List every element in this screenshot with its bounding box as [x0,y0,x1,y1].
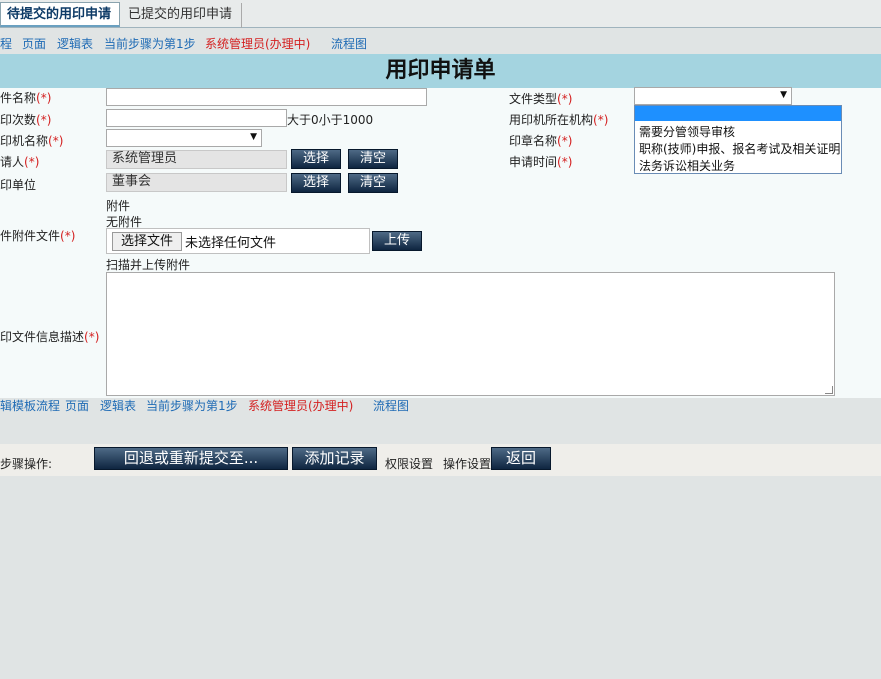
applicant-input[interactable]: 系统管理员 [106,150,287,169]
unit-label: 印单位 [0,178,37,192]
chevron-down-icon: ▼ [780,90,787,100]
scan-upload-link[interactable]: 扫描并上传附件 [106,256,190,273]
bottom-nav-logic-table-link[interactable]: 逻辑表 [100,397,136,415]
bottom-nav: 辑模板流程 页面 逻辑表 当前步骤为第1步 系统管理员(办理中) 流程图 [0,397,881,415]
bottom-nav-current-step: 当前步骤为第1步 [146,399,238,413]
tab-pending-applications[interactable]: 待提交的用印申请 [0,2,120,27]
upload-button[interactable]: 上传 [372,231,422,251]
printer-name-select[interactable]: ▼ [106,129,262,147]
permission-settings-link[interactable]: 权限设置 [385,455,433,472]
doc-name-label: 件名称(*) [0,91,52,105]
top-nav-handler: 系统管理员(办理中) [205,37,311,51]
print-count-input[interactable] [106,109,287,127]
bottom-nav-handler: 系统管理员(办理中) [248,399,354,413]
doc-type-label: 文件类型(*) [509,92,573,106]
applicant-select-button[interactable]: 选择 [291,149,341,169]
resize-grip-icon[interactable] [825,386,833,394]
bottom-nav-template-link[interactable]: 辑模板流程 [0,397,60,415]
printer-name-label: 印机名称(*) [0,134,64,148]
dropdown-option-title-application[interactable]: 职称(技师)申报、报名考试及相关证明 [639,140,840,157]
top-nav-process-link[interactable]: 程 [0,35,12,53]
top-nav-flowchart-link[interactable]: 流程图 [331,35,367,53]
file-input[interactable]: 选择文件 未选择任何文件 [106,228,370,254]
top-nav-current-step: 当前步骤为第1步 [104,37,196,51]
printer-org-label: 用印机所在机构(*) [509,113,609,127]
bottom-nav-page-link[interactable]: 页面 [65,397,89,415]
add-record-button[interactable]: 添加记录 [292,447,377,470]
doc-type-select[interactable]: ▼ [634,87,792,105]
operations-label: 步骤操作: [0,457,53,471]
operation-settings-link[interactable]: 操作设置 [443,455,491,472]
dropdown-option-empty[interactable] [635,106,841,121]
doc-name-input[interactable] [106,88,427,106]
print-count-hint: 大于0小于1000 [287,113,374,127]
tab-bar: 待提交的用印申请 已提交的用印申请 [0,0,881,28]
applicant-clear-button[interactable]: 清空 [348,149,398,169]
top-nav-page-link[interactable]: 页面 [22,35,46,53]
top-nav: 程 页面 逻辑表 当前步骤为第1步 系统管理员(办理中) 流程图 [0,35,881,53]
rollback-button[interactable]: 回退或重新提交至... [94,447,288,470]
seal-name-label: 印章名称(*) [509,134,573,148]
attachment-label: 附件 [106,199,131,213]
dropdown-option-legal[interactable]: 法务诉讼相关业务 [639,157,735,174]
dropdown-option-leader-review[interactable]: 需要分管领导审核 [639,123,735,140]
operations-bar: 步骤操作: 回退或重新提交至... 添加记录 权限设置 操作设置 返回 [0,444,881,476]
print-count-label: 印次数(*) [0,113,52,127]
back-button[interactable]: 返回 [491,447,551,470]
unit-select-button[interactable]: 选择 [291,173,341,193]
doc-type-dropdown: 需要分管领导审核 职称(技师)申报、报名考试及相关证明 法务诉讼相关业务 [634,105,842,174]
description-label: 印文件信息描述(*) [0,330,100,344]
bottom-nav-flowchart-link[interactable]: 流程图 [373,397,409,415]
choose-file-button[interactable]: 选择文件 [112,232,182,251]
chevron-down-icon: ▼ [250,132,257,142]
form-title: 用印申请单 [0,54,881,88]
no-file-text: 未选择任何文件 [185,236,277,251]
applicant-label: 请人(*) [0,155,40,169]
unit-clear-button[interactable]: 清空 [348,173,398,193]
attachment-file-label: 件附件文件(*) [0,229,76,243]
description-textarea[interactable] [106,272,835,396]
unit-input[interactable]: 董事会 [106,173,287,192]
top-nav-logic-table-link[interactable]: 逻辑表 [57,35,93,53]
apply-time-label: 申请时间(*) [509,155,573,169]
tab-submitted-applications[interactable]: 已提交的用印申请 [122,3,242,28]
